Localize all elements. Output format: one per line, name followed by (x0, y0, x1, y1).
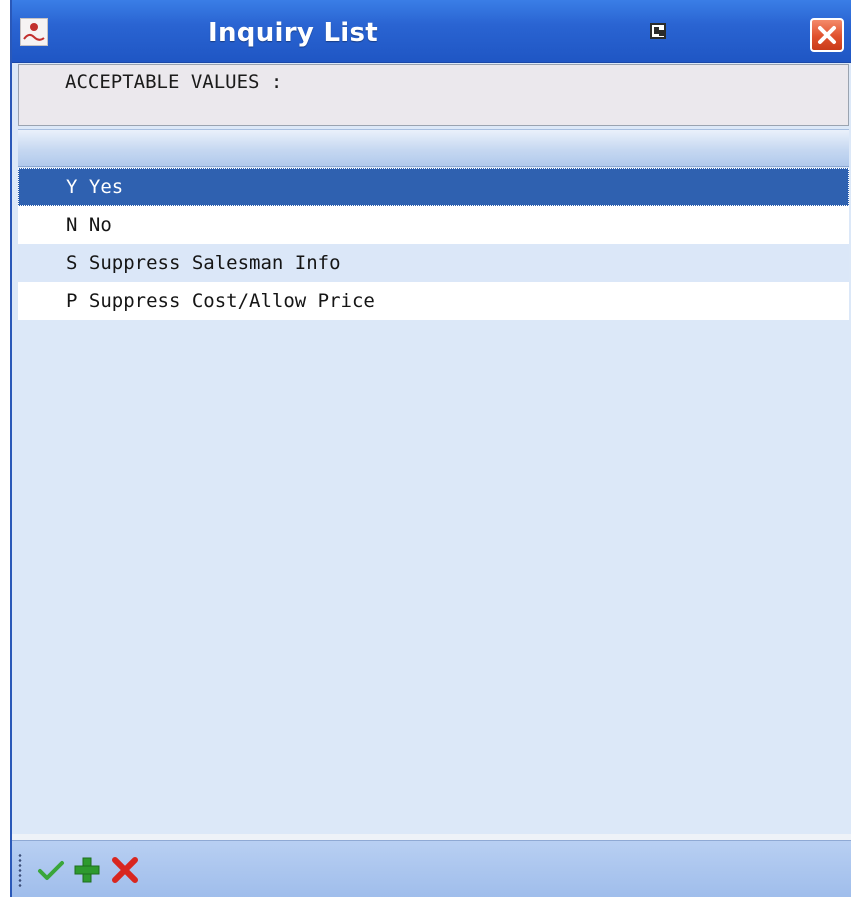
list-item-yes[interactable]: Y Yes (18, 168, 849, 206)
list-item-suppress-salesman[interactable]: S Suppress Salesman Info (18, 244, 849, 282)
x-icon (112, 857, 138, 883)
window-title: Inquiry List (208, 18, 379, 48)
header-label: ACCEPTABLE VALUES : (65, 71, 283, 93)
values-list: Y Yes N No S Suppress Salesman Info P Su… (18, 168, 849, 320)
list-item-suppress-cost[interactable]: P Suppress Cost/Allow Price (18, 282, 849, 320)
toolbar-grip-icon[interactable] (18, 853, 22, 889)
check-icon (38, 861, 64, 880)
add-button[interactable] (72, 855, 102, 885)
app-logo-icon (20, 18, 48, 46)
inquiry-list-window: Inquiry List ACCEPTABLE VALUES : Y Yes N… (10, 0, 851, 897)
restore-window-icon[interactable] (648, 22, 670, 42)
bottom-toolbar (12, 840, 851, 897)
acceptable-values-header: ACCEPTABLE VALUES : (18, 64, 849, 126)
plus-icon (74, 857, 100, 883)
column-header (18, 129, 849, 167)
close-button[interactable] (810, 18, 844, 52)
title-bar[interactable]: Inquiry List (12, 0, 851, 63)
close-icon (818, 26, 836, 44)
accept-button[interactable] (36, 855, 66, 885)
list-item-no[interactable]: N No (18, 206, 849, 244)
cancel-button[interactable] (110, 855, 140, 885)
